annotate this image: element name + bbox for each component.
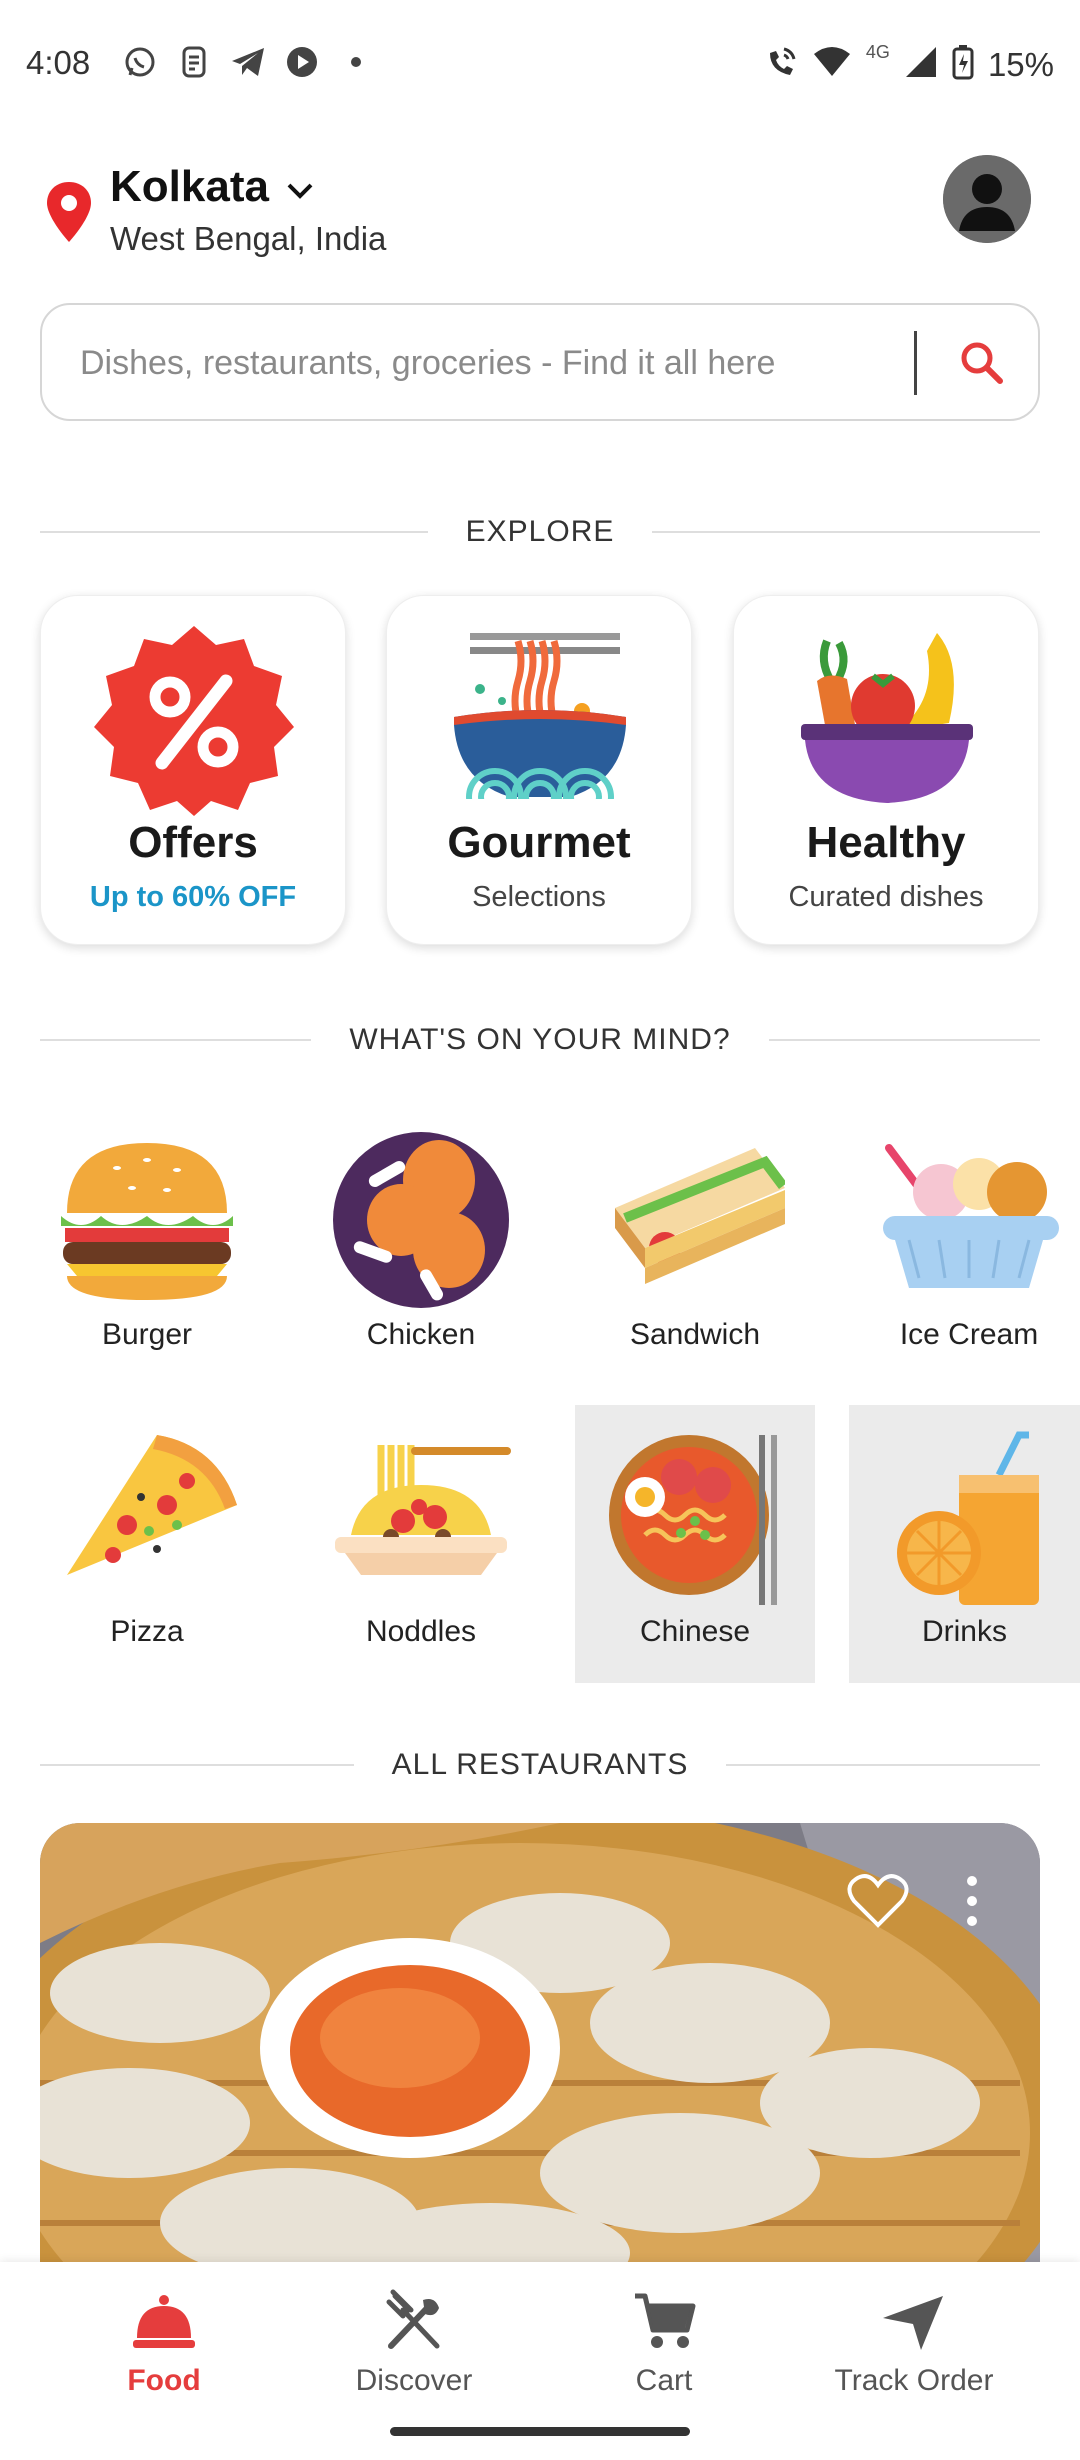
cell-signal-icon: [904, 45, 938, 84]
drinks-icon: [879, 1425, 1059, 1605]
category-noodles[interactable]: Noddles: [301, 1405, 541, 1683]
fruit-bowl-icon: [787, 621, 987, 816]
more-notifications-dot-icon: [338, 44, 374, 80]
more-vertical-icon: [967, 1876, 977, 1926]
search-input[interactable]: [80, 333, 920, 393]
category-label: Burger: [101, 1318, 193, 1351]
search-icon: [958, 339, 1004, 390]
chinese-bowl-icon: [605, 1425, 785, 1605]
offers-subtitle: Up to 60% OFF: [89, 881, 297, 913]
category-label: Sandwich: [629, 1318, 761, 1351]
explore-heading: EXPLORE: [40, 512, 1041, 552]
offers-title: Offers: [128, 818, 258, 867]
category-chicken[interactable]: Chicken: [301, 1108, 541, 1386]
region-name: West Bengal, India: [110, 220, 387, 257]
location-selector[interactable]: Kolkata: [110, 162, 315, 212]
nav-food[interactable]: Food: [39, 2280, 289, 2420]
home-indicator[interactable]: [390, 2427, 690, 2436]
noodle-bowl-icon: [440, 621, 640, 826]
search-bar: [40, 303, 1040, 421]
app-notification-icon: [176, 44, 212, 80]
search-divider: [914, 331, 917, 395]
mind-heading: WHAT'S ON YOUR MIND?: [40, 1020, 1040, 1060]
city-name: Kolkata: [110, 162, 269, 211]
location-pin-icon[interactable]: [44, 180, 94, 244]
explore-card-healthy[interactable]: Healthy Curated dishes: [733, 595, 1039, 945]
navigation-arrow-icon: [881, 2288, 947, 2354]
healthy-subtitle: Curated dishes: [788, 881, 984, 913]
search-button[interactable]: [950, 333, 1012, 395]
battery-icon: [952, 44, 974, 85]
category-chinese[interactable]: Chinese: [575, 1405, 815, 1683]
system-status: 4G 15%: [764, 42, 1054, 85]
noodles-icon: [331, 1425, 511, 1605]
chicken-icon: [331, 1128, 511, 1308]
nav-label: Food: [127, 2364, 201, 2397]
explore-heading-text: EXPLORE: [465, 515, 615, 548]
nav-discover[interactable]: Discover: [289, 2280, 539, 2420]
explore-card-gourmet[interactable]: Gourmet Selections: [386, 595, 692, 945]
nav-cart[interactable]: Cart: [539, 2280, 789, 2420]
cloche-food-icon: [131, 2288, 197, 2354]
offers-percent-icon: [94, 621, 294, 816]
status-time: 4:08: [26, 44, 91, 81]
fork-knife-icon: [381, 2288, 447, 2354]
category-ice-cream[interactable]: Ice Cream: [849, 1108, 1080, 1386]
sandwich-icon: [605, 1128, 787, 1308]
healthy-title: Healthy: [806, 818, 966, 867]
nav-track-order[interactable]: Track Order: [789, 2280, 1039, 2420]
nav-label: Track Order: [834, 2364, 994, 2397]
wifi-calling-icon: [764, 45, 798, 84]
youtube-play-icon: [284, 44, 320, 80]
burger-icon: [57, 1128, 237, 1308]
network-type: 4G: [865, 42, 890, 62]
notification-icons: [122, 44, 374, 80]
chevron-down-icon: [285, 162, 315, 212]
restaurants-heading: ALL RESTAURANTS: [40, 1745, 1041, 1785]
telegram-icon: [230, 44, 266, 80]
gourmet-title: Gourmet: [447, 818, 631, 867]
category-burger[interactable]: Burger: [27, 1108, 267, 1386]
mind-heading-text: WHAT'S ON YOUR MIND?: [349, 1023, 731, 1056]
category-drinks[interactable]: Drinks: [849, 1405, 1080, 1683]
category-label: Chicken: [366, 1318, 476, 1351]
more-options-button[interactable]: [962, 1871, 982, 1931]
category-label: Ice Cream: [899, 1318, 1039, 1351]
nav-label: Discover: [355, 2364, 473, 2397]
whatsapp-icon: [122, 44, 158, 80]
nav-label: Cart: [635, 2364, 693, 2397]
category-pizza[interactable]: Pizza: [27, 1405, 267, 1683]
category-label: Pizza: [110, 1615, 184, 1648]
category-sandwich[interactable]: Sandwich: [575, 1108, 815, 1386]
wifi-icon: [812, 46, 852, 83]
battery-percent: 15%: [987, 45, 1054, 83]
category-label: Drinks: [921, 1615, 1007, 1648]
cart-icon: [631, 2288, 697, 2354]
category-label: Chinese: [639, 1615, 751, 1648]
status-bar: 4:08 4G 15%: [0, 0, 1080, 135]
favorite-heart-button[interactable]: [846, 1869, 910, 1933]
category-label: Noddles: [365, 1615, 477, 1648]
gourmet-subtitle: Selections: [472, 881, 606, 913]
restaurant-card[interactable]: [40, 1823, 1040, 2283]
pizza-icon: [57, 1425, 237, 1605]
profile-avatar[interactable]: [943, 155, 1031, 243]
ice-cream-icon: [879, 1128, 1059, 1308]
heart-icon: [847, 1874, 909, 1928]
restaurants-heading-text: ALL RESTAURANTS: [391, 1748, 689, 1781]
explore-card-offers[interactable]: Offers Up to 60% OFF: [40, 595, 346, 945]
